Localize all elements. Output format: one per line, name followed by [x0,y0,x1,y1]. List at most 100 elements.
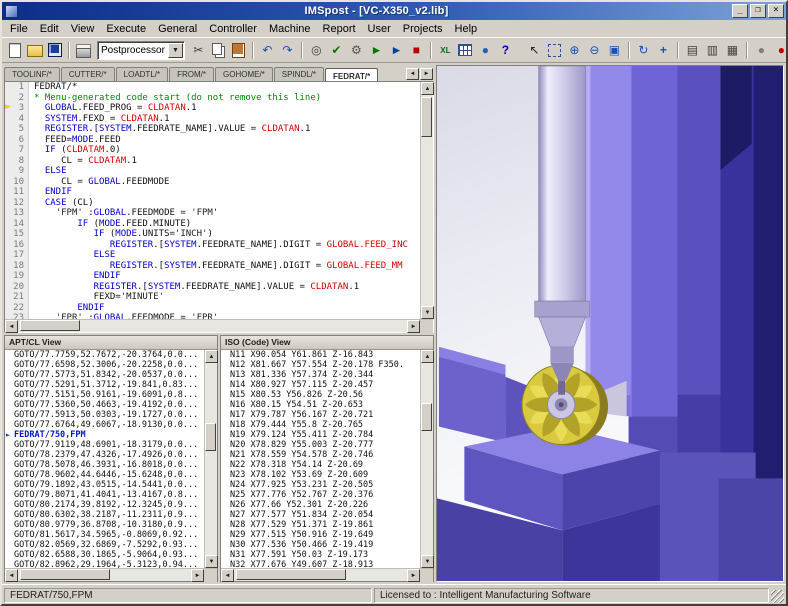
scroll-track[interactable] [421,95,433,306]
list-item[interactable]: N14 X80.927 Y57.115 Z-20.457 [221,380,420,390]
menu-execute[interactable]: Execute [100,22,152,36]
list-item[interactable]: GOTO/80.2174,39.8192,-12.3245,0.9... [5,500,204,510]
title-bar[interactable]: IMSpost - [VC-X350_v2.lib] _ ❐ × [2,2,786,20]
list-item[interactable]: N31 X77.591 Y50.03 Z-19.173 [221,550,420,560]
tab-scroll-left-icon[interactable]: ◄ [406,68,419,80]
excel-export-icon[interactable]: XL [436,41,455,60]
find-icon[interactable]: ◎ [307,41,326,60]
scroll-thumb[interactable] [421,97,432,137]
list-item[interactable]: GOTO/81.5617,34.5965,-0.8069,0.92... [5,530,204,540]
scroll-thumb[interactable] [205,423,216,451]
print-icon[interactable] [74,41,93,60]
zoom-in-icon[interactable]: ⊕ [565,41,584,60]
resize-grip[interactable] [771,590,784,603]
scroll-right-icon[interactable]: ► [407,569,420,582]
help-icon[interactable]: ? [496,41,515,60]
menu-help[interactable]: Help [449,22,484,36]
list-item[interactable]: N28 X77.529 Y51.371 Z-19.861 [221,520,420,530]
scroll-up-icon[interactable]: ▲ [421,350,434,363]
scroll-left-icon[interactable]: ◄ [5,569,18,582]
scroll-thumb[interactable] [20,320,80,331]
menu-projects[interactable]: Projects [397,22,449,36]
scroll-track[interactable] [18,569,191,581]
list-item[interactable]: N29 X77.515 Y50.916 Z-19.649 [221,530,420,540]
list-item[interactable]: GOTO/77.6598,52.3006,-20.2258,0.0... [5,360,204,370]
select-pointer-icon[interactable]: ↖ [525,41,544,60]
scroll-thumb[interactable] [421,403,432,431]
menu-user[interactable]: User [362,22,397,36]
pan-view-icon[interactable]: + [654,41,673,60]
apt-horizontal-scrollbar[interactable]: ◄ ► [5,568,217,581]
tab-cutter[interactable]: CUTTER/* [61,67,115,81]
tab-fedrat[interactable]: FEDRAT/* [325,68,378,81]
apt-current-record[interactable]: ►FEDRAT/750,FPM [5,430,204,440]
zoom-fit-icon[interactable]: ▣ [605,41,624,60]
shaded-view-icon[interactable]: ● [752,41,771,60]
postprocessor-combo[interactable]: Postprocessor ▼ [97,41,185,60]
list-item[interactable]: N13 X81.336 Y57.374 Z-20.344 [221,370,420,380]
apt-list[interactable]: GOTO/77.7759,52.7672,-20.3764,0.0...GOTO… [5,350,204,568]
menu-file[interactable]: File [4,22,34,36]
list-item[interactable]: GOTO/82.6588,30.1865,-5.9064,0.93... [5,550,204,560]
list-item[interactable]: N25 X77.776 Y52.767 Z-20.376 [221,490,420,500]
scroll-up-icon[interactable]: ▲ [421,82,434,95]
list-item[interactable]: N32 X77.676 Y49.607 Z-18.913 [221,560,420,568]
minimize-button[interactable]: _ [732,4,748,18]
list-item[interactable]: N16 X80.15 Y54.51 Z-20.653 [221,400,420,410]
menu-machine[interactable]: Machine [263,22,317,36]
list-item[interactable]: N24 X77.925 Y53.231 Z-20.505 [221,480,420,490]
rotate-view-icon[interactable]: ↻ [634,41,653,60]
list-item[interactable]: GOTO/79.1892,43.0515,-14.5441,0.0... [5,480,204,490]
open-file-icon[interactable] [25,41,44,60]
list-item[interactable]: GOTO/82.0569,32.6869,-7.5292,0.93... [5,540,204,550]
record-icon[interactable]: ● [772,41,788,60]
check-syntax-icon[interactable]: ✔ [327,41,346,60]
scroll-down-icon[interactable]: ▼ [205,555,218,568]
save-icon[interactable] [45,41,64,60]
tab-loadtl[interactable]: LOADTL/* [116,67,168,81]
list-item[interactable]: GOTO/77.5913,50.0303,-19.1727,0.0... [5,410,204,420]
tab-gohome[interactable]: GOHOME/* [215,67,273,81]
apt-vertical-scrollbar[interactable]: ▲ ▼ [204,350,217,568]
tab-scroll-right-icon[interactable]: ► [420,68,433,80]
scroll-track[interactable] [234,569,407,581]
list-item[interactable]: GOTO/77.5291,51.3712,-19.841,0.83... [5,380,204,390]
list-item[interactable]: N27 X77.577 Y51.834 Z-20.054 [221,510,420,520]
menu-controller[interactable]: Controller [203,22,263,36]
macro-code-editor[interactable]: 1FEDRAT/*2* Menu-generated code start (d… [4,81,434,333]
chevron-down-icon[interactable]: ▼ [168,43,183,58]
grid-view-icon[interactable] [456,41,475,60]
list-item[interactable]: N23 X78.102 Y53.69 Z-20.609 [221,470,420,480]
list-item[interactable]: N30 X77.536 Y50.466 Z-19.419 [221,540,420,550]
menu-report[interactable]: Report [317,22,362,36]
scroll-up-icon[interactable]: ▲ [205,350,218,363]
list-item[interactable]: GOTO/79.8071,41.4041,-13.4167,0.8... [5,490,204,500]
list-item[interactable]: GOTO/77.5773,51.8342,-20.0537,0.0... [5,370,204,380]
menu-edit[interactable]: Edit [34,22,65,36]
list-item[interactable]: GOTO/80.6302,38.2187,-11.2311,0.9... [5,510,204,520]
list-item[interactable]: GOTO/77.9119,48.6901,-18.3179,0.0... [5,440,204,450]
globe-icon[interactable]: ● [476,41,495,60]
code-area[interactable]: 1FEDRAT/*2* Menu-generated code start (d… [5,82,420,319]
iso-vertical-scrollbar[interactable]: ▲ ▼ [420,350,433,568]
tab-spindl[interactable]: SPINDL/* [274,67,324,81]
scroll-left-icon[interactable]: ◄ [221,569,234,582]
list-item[interactable]: GOTO/78.9602,44.6446,-15.6248,0.0... [5,470,204,480]
list-item[interactable]: N21 X78.559 Y54.578 Z-20.746 [221,450,420,460]
gear-icon[interactable]: ⚙ [347,41,366,60]
iso-horizontal-scrollbar[interactable]: ◄ ► [221,568,433,581]
list-item[interactable]: N22 X78.318 Y54.14 Z-20.69 [221,460,420,470]
machine-simulation-view[interactable] [436,65,784,582]
list-item[interactable]: N17 X79.787 Y56.167 Z-20.721 [221,410,420,420]
list-item[interactable]: N20 X78.829 Y55.003 Z-20.777 [221,440,420,450]
view-iso-icon[interactable]: ▦ [723,41,742,60]
scroll-right-icon[interactable]: ► [407,320,420,333]
redo-icon[interactable]: ↷ [278,41,297,60]
cut-icon[interactable]: ✂ [189,41,208,60]
list-item[interactable]: GOTO/80.9779,36.8708,-10.3180,0.9... [5,520,204,530]
run-icon[interactable]: ► [367,41,386,60]
scroll-thumb[interactable] [236,569,346,580]
scroll-thumb[interactable] [20,569,110,580]
editor-vertical-scrollbar[interactable]: ▲ ▼ [420,82,433,319]
copy-icon[interactable] [209,41,228,60]
